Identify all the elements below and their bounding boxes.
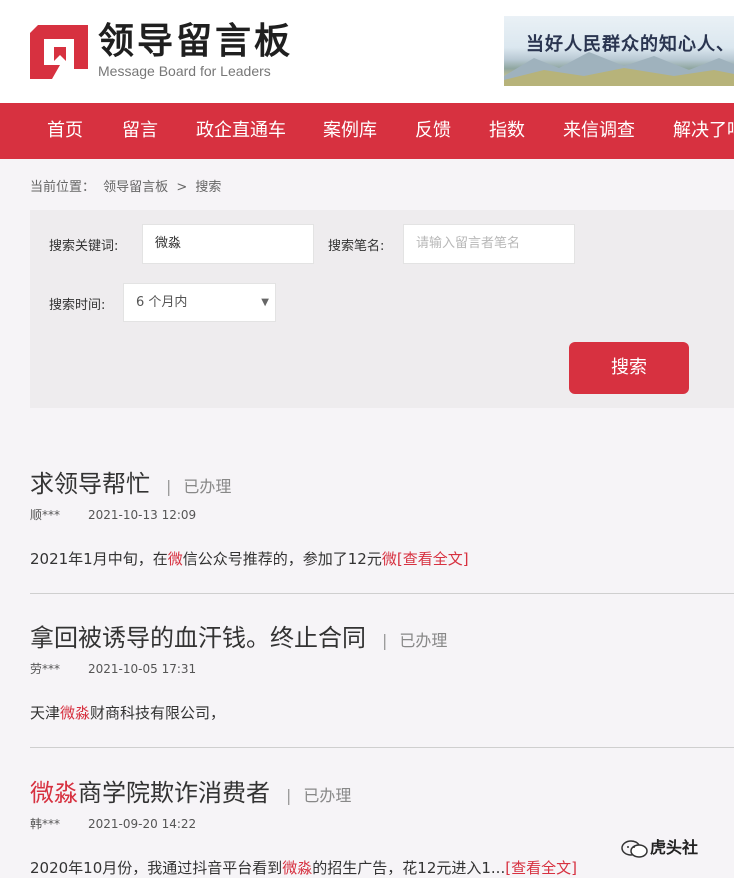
result-title[interactable]: 微淼商学院欺诈消费者 | 已办理 xyxy=(30,777,351,812)
title-text: 求领导帮忙 xyxy=(30,470,150,498)
result-item: 微淼商学院欺诈消费者 | 已办理 韩*** 2021-09-20 14:22 2020… xyxy=(30,777,734,877)
watermark-text: 虎头社 xyxy=(650,838,699,857)
result-excerpt: 2020年10月份，我通过抖音平台看到微淼的招生广告，花12元进入1...[查看… xyxy=(30,857,577,878)
read-more-link[interactable]: [查看全文] xyxy=(397,550,469,568)
author-input[interactable]: 请输入留言者笔名 xyxy=(403,224,575,264)
result-author: 劳*** xyxy=(30,662,61,676)
breadcrumb: 当前位置： 领导留言板 > 搜索 xyxy=(30,176,225,195)
keyword-input[interactable]: 微淼 xyxy=(142,224,314,264)
result-date: 2021-09-20 14:22 xyxy=(88,817,197,831)
divider xyxy=(30,747,734,748)
result-excerpt: 天津微淼财商科技有限公司， xyxy=(30,702,225,723)
status-badge: 已办理 xyxy=(303,786,352,805)
nav-item-cases[interactable]: 案例库 xyxy=(323,103,377,159)
logo-title: 领导留言板 xyxy=(98,21,294,62)
logo-mark-icon xyxy=(30,25,88,79)
result-date: 2021-10-13 12:09 xyxy=(88,508,197,522)
breadcrumb-home-link[interactable]: 领导留言板 xyxy=(103,180,168,195)
banner-slogan: 当好人民群众的知心人、 xyxy=(526,34,734,55)
main-nav: 首页 留言 政企直通车 案例库 反馈 指数 来信调查 解决了吗 xyxy=(0,103,734,159)
result-item: 求领导帮忙 | 已办理 顺*** 2021-10-13 12:09 2021年1月中旬… xyxy=(30,468,734,578)
keyword-label: 搜索关键词: xyxy=(49,239,119,254)
breadcrumb-current: 搜索 xyxy=(195,180,222,195)
excerpt-text: 2020年10月份，我通过抖音平台看到 xyxy=(30,859,283,877)
nav-item-enterprise[interactable]: 政企直通车 xyxy=(196,103,286,159)
time-label: 搜索时间: xyxy=(49,298,106,313)
nav-item-home[interactable]: 首页 xyxy=(47,103,83,159)
search-panel: 搜索关键词: 微淼 搜索笔名: 请输入留言者笔名 搜索时间: 6 个月内 ▼ 搜… xyxy=(30,210,734,408)
excerpt-highlight: 微 xyxy=(381,550,397,568)
site-header: 领导留言板 Message Board for Leaders 当好人民群众的知… xyxy=(0,0,734,103)
excerpt-text: 的招生广告，花12元进入1... xyxy=(312,859,506,877)
result-date: 2021-10-05 17:31 xyxy=(88,662,197,676)
nav-item-solved[interactable]: 解决了吗 xyxy=(673,103,734,159)
header-banner: 当好人民群众的知心人、 xyxy=(504,16,734,86)
excerpt-highlight: 微淼 xyxy=(282,859,313,877)
result-meta: 劳*** 2021-10-05 17:31 xyxy=(30,660,196,677)
result-item: 拿回被诱导的血汗钱。终止合同 | 已办理 劳*** 2021-10-05 17:31 … xyxy=(30,622,734,732)
divider xyxy=(30,593,734,594)
nav-item-message[interactable]: 留言 xyxy=(122,103,158,159)
result-meta: 韩*** 2021-09-20 14:22 xyxy=(30,815,196,832)
site-logo[interactable]: 领导留言板 Message Board for Leaders xyxy=(30,20,330,82)
time-select[interactable]: 6 个月内 ▼ xyxy=(123,283,276,322)
logo-subtitle: Message Board for Leaders xyxy=(98,63,271,79)
status-separator: | xyxy=(286,786,292,805)
breadcrumb-separator: > xyxy=(176,180,188,195)
excerpt-highlight: 微 xyxy=(167,550,183,568)
read-more-link[interactable]: [查看全文] xyxy=(505,859,577,877)
search-button[interactable]: 搜索 xyxy=(569,342,689,394)
result-title[interactable]: 求领导帮忙 | 已办理 xyxy=(30,468,231,503)
title-text: 商学院欺诈消费者 xyxy=(78,779,270,807)
result-title[interactable]: 拿回被诱导的血汗钱。终止合同 | 已办理 xyxy=(30,622,447,657)
dropdown-arrow-icon: ▼ xyxy=(261,297,269,308)
status-badge: 已办理 xyxy=(183,477,232,496)
status-separator: | xyxy=(166,477,172,496)
excerpt-text: 信公众号推荐的，参加了12元 xyxy=(182,550,382,568)
watermark: 虎头社 xyxy=(620,834,698,859)
nav-item-survey[interactable]: 来信调查 xyxy=(563,103,635,159)
excerpt-highlight: 微淼 xyxy=(60,704,91,722)
result-meta: 顺*** 2021-10-13 12:09 xyxy=(30,506,196,523)
status-badge: 已办理 xyxy=(399,631,448,650)
nav-item-index[interactable]: 指数 xyxy=(489,103,525,159)
status-separator: | xyxy=(382,631,388,650)
author-label: 搜索笔名: xyxy=(328,239,385,254)
time-select-value: 6 个月内 xyxy=(136,295,188,310)
result-excerpt: 2021年1月中旬，在微信公众号推荐的，参加了12元微[查看全文] xyxy=(30,548,469,569)
excerpt-text: 财商科技有限公司， xyxy=(90,704,226,722)
title-text: 拿回被诱导的血汗钱。终止合同 xyxy=(30,624,366,652)
excerpt-text: 天津 xyxy=(30,704,61,722)
excerpt-text: 2021年1月中旬，在 xyxy=(30,550,168,568)
result-author: 顺*** xyxy=(30,508,61,522)
nav-item-feedback[interactable]: 反馈 xyxy=(415,103,451,159)
title-highlight: 微淼 xyxy=(30,779,78,807)
result-author: 韩*** xyxy=(30,817,61,831)
wechat-icon xyxy=(621,839,648,858)
breadcrumb-prefix: 当前位置： xyxy=(30,180,96,195)
